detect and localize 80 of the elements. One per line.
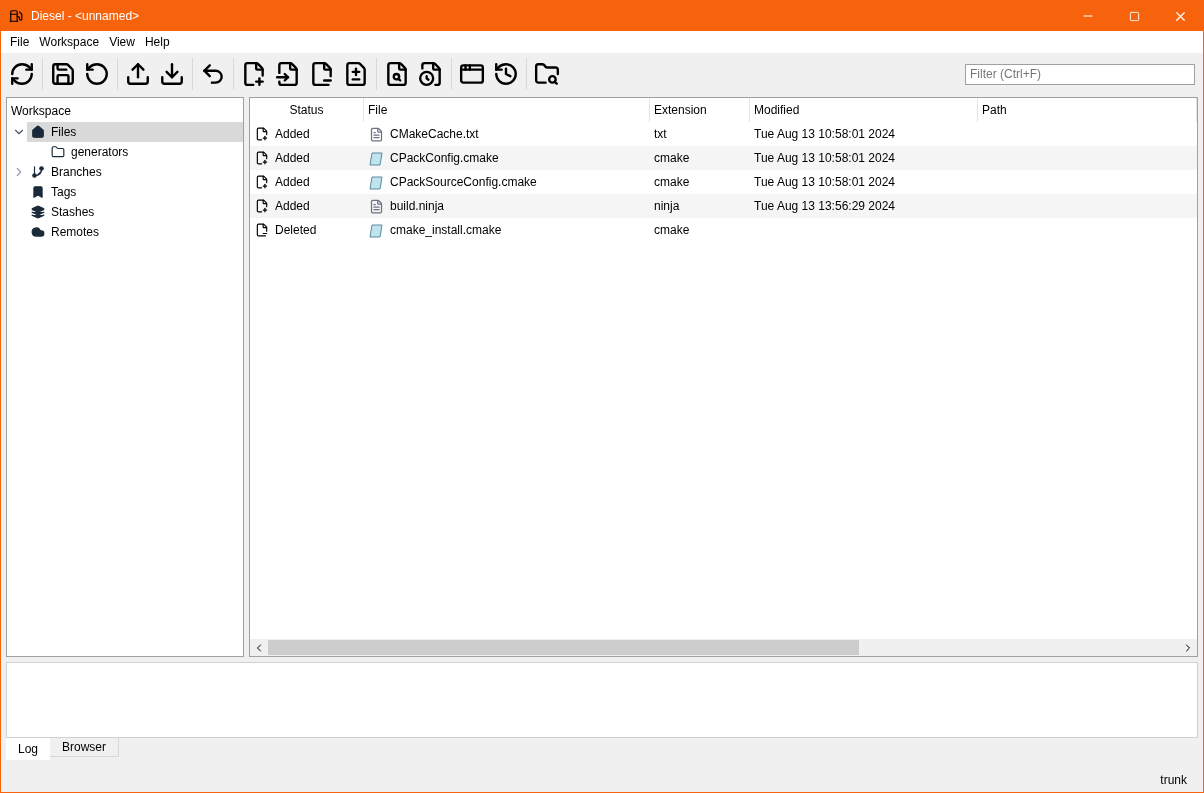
tree-item[interactable]: Tags <box>27 182 243 202</box>
upload-icon <box>125 61 151 87</box>
sidebar-title: Workspace <box>10 103 72 120</box>
undo-icon <box>200 61 226 87</box>
history-icon <box>493 61 519 87</box>
bookmark-icon <box>31 185 45 199</box>
menu-item[interactable]: View <box>104 33 140 51</box>
file-minus-icon <box>255 223 269 237</box>
text-file-icon <box>369 198 384 214</box>
column-header[interactable]: Status <box>250 98 364 122</box>
text-file-icon <box>369 126 384 142</box>
table-cell: txt <box>654 127 667 141</box>
tab[interactable]: Browser <box>50 738 120 757</box>
notepad-icon <box>369 150 384 166</box>
branch-icon <box>31 165 45 179</box>
table-cell: Tue Aug 13 10:58:01 2024 <box>754 175 895 189</box>
branch-status: trunk <box>1160 772 1187 789</box>
tree-label: Files <box>51 124 77 141</box>
table-cell-text: Added <box>275 150 310 167</box>
file-plus-icon <box>255 127 269 141</box>
menu-item[interactable]: Workspace <box>34 33 105 51</box>
file-diff-icon <box>343 61 369 87</box>
menu-item[interactable]: File <box>5 33 35 51</box>
tree-label: Stashes <box>51 204 95 221</box>
cloud-icon <box>31 225 45 239</box>
tree-label: Remotes <box>51 224 100 241</box>
notepad-icon <box>369 222 384 238</box>
table-cell-text: build.ninja <box>390 198 445 215</box>
download-icon <box>159 61 185 87</box>
layers-icon <box>31 205 45 219</box>
refresh-icon <box>9 61 35 87</box>
tree-item[interactable]: Stashes <box>27 202 243 222</box>
table-cell: cmake <box>654 223 690 237</box>
table-cell-text: Deleted <box>275 222 317 239</box>
tab[interactable]: Log <box>6 738 51 760</box>
table-cell-text: Added <box>275 174 310 191</box>
window-icon <box>459 61 485 87</box>
table-cell-text: CPackConfig.cmake <box>390 150 499 167</box>
column-header[interactable]: Path <box>978 98 1197 122</box>
table-cell-text: Added <box>275 126 310 143</box>
fuel-pump-icon <box>9 9 23 23</box>
tree-item[interactable]: Branches <box>27 162 243 182</box>
save-icon <box>50 61 76 87</box>
home-icon <box>31 125 45 139</box>
table-cell-text: CMakeCache.txt <box>390 126 479 143</box>
notepad-icon <box>369 174 384 190</box>
tree-label: generators <box>71 144 129 161</box>
file-plus-icon <box>241 61 267 87</box>
tree-item[interactable]: Remotes <box>27 222 243 242</box>
file-search-icon <box>384 61 410 87</box>
folder-icon <box>51 145 65 159</box>
table-cell: Tue Aug 13 10:58:01 2024 <box>754 151 895 165</box>
table-cell-text: Added <box>275 198 310 215</box>
column-header[interactable]: File <box>364 98 650 122</box>
file-minus-icon <box>309 61 335 87</box>
file-plus-icon <box>255 151 269 165</box>
maximize-icon <box>1128 10 1140 22</box>
table-cell: ninja <box>654 199 680 213</box>
column-header[interactable]: Modified <box>750 98 978 122</box>
tree-label: Tags <box>51 184 77 201</box>
table-cell: cmake <box>654 151 690 165</box>
filter-field[interactable]: Filter (Ctrl+F) <box>965 63 1195 85</box>
tree-item[interactable]: generators <box>47 142 243 162</box>
table-cell: Tue Aug 13 13:56:29 2024 <box>754 199 895 213</box>
scrollbar-thumb[interactable] <box>268 640 859 655</box>
table-cell: Tue Aug 13 10:58:01 2024 <box>754 127 895 141</box>
table-cell-text: cmake_install.cmake <box>390 222 502 239</box>
file-clock-icon <box>418 61 444 87</box>
file-plus-icon <box>255 175 269 189</box>
revert-icon <box>84 61 110 87</box>
folder-search-icon <box>534 61 560 87</box>
column-header[interactable]: Extension <box>650 98 750 122</box>
table-cell: cmake <box>654 175 690 189</box>
menu-item[interactable]: Help <box>139 33 175 51</box>
table-cell-text: CPackSourceConfig.cmake <box>390 174 537 191</box>
file-plus-icon <box>255 199 269 213</box>
window-title: Diesel - <unnamed> <box>31 8 140 25</box>
tree-label: Branches <box>51 164 102 181</box>
tree-item[interactable]: Files <box>27 122 243 142</box>
horizontal-scrollbar[interactable] <box>250 639 1197 656</box>
